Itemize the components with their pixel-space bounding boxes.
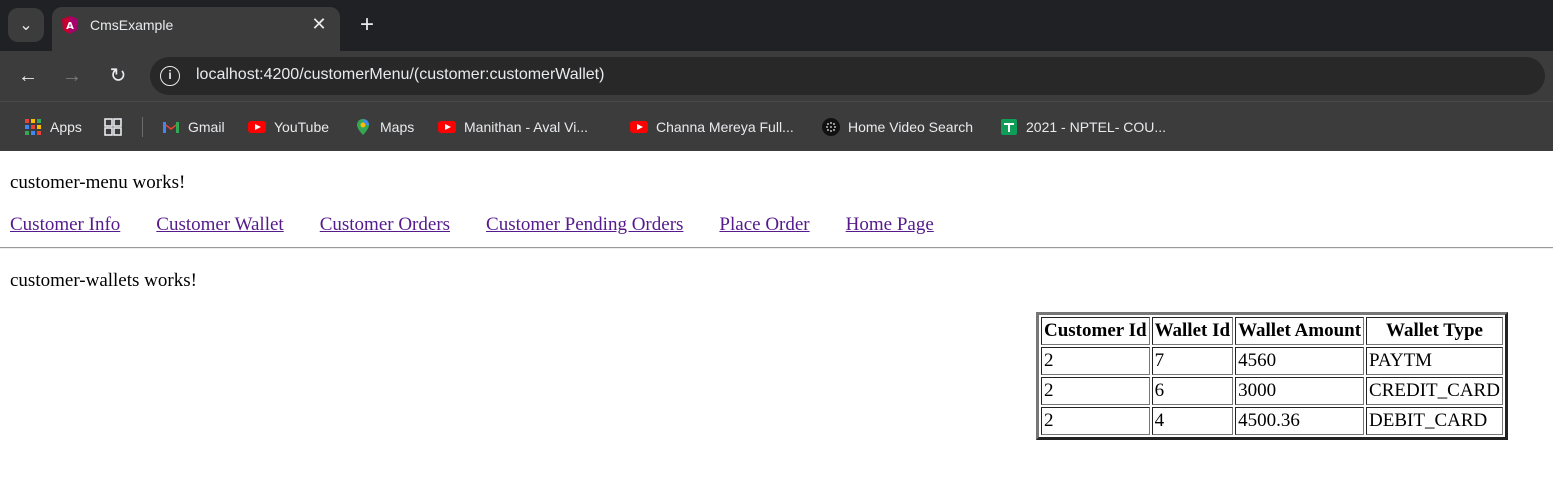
table-cell: 2 xyxy=(1041,377,1150,405)
bookmark-maps[interactable]: Maps xyxy=(354,116,414,138)
table-cell: 4560 xyxy=(1235,347,1365,375)
youtube-icon xyxy=(438,121,456,133)
page-content: customer-menu works! Customer Info Custom… xyxy=(0,151,1553,477)
angular-icon: A xyxy=(62,16,78,34)
tab-title: CmsExample xyxy=(90,17,174,33)
bookmark-label: Gmail xyxy=(188,119,225,135)
bookmark-nptel[interactable]: 2021 - NPTEL- COU... xyxy=(1000,116,1166,138)
customer-nav: Customer Info Customer Wallet Customer Ord… xyxy=(10,214,970,236)
bookmark-separator xyxy=(142,117,143,137)
customer-menu-heading: customer-menu works! xyxy=(10,172,186,193)
browser-tab[interactable]: A CmsExample ✕ xyxy=(52,7,340,51)
bookmarks-bar: Apps Gmail YouTube Maps Manithan - Aval … xyxy=(0,101,1553,151)
table-cell: 7 xyxy=(1151,347,1234,375)
nav-link-place-order[interactable]: Place Order xyxy=(719,214,809,235)
dots-icon xyxy=(822,118,840,136)
bookmark-label: Apps xyxy=(50,119,82,135)
tab-groups-icon xyxy=(104,118,122,136)
bookmark-label: 2021 - NPTEL- COU... xyxy=(1026,119,1167,135)
nav-link-customer-info[interactable]: Customer Info xyxy=(10,214,120,235)
nav-link-customer-orders[interactable]: Customer Orders xyxy=(320,214,450,235)
new-tab-button[interactable]: + xyxy=(354,12,380,38)
forward-arrow-icon[interactable]: → xyxy=(60,64,84,88)
bookmark-label: Home Video Search xyxy=(848,119,974,135)
table-cell: 2 xyxy=(1041,347,1150,375)
table-row: 2 4 4500.36 DEBIT_CARD xyxy=(1041,407,1503,435)
table-header-row: Customer Id Wallet Id Wallet Amount Wall… xyxy=(1041,317,1503,345)
bookmark-tab-groups[interactable] xyxy=(104,116,130,138)
table-row: 2 7 4560 PAYTM xyxy=(1041,347,1503,375)
svg-text:A: A xyxy=(66,21,74,32)
column-header: Wallet Amount xyxy=(1235,317,1365,345)
site-info-icon[interactable]: i xyxy=(160,66,180,86)
table-cell: 4500.36 xyxy=(1235,407,1365,435)
bookmark-label: YouTube xyxy=(274,119,330,135)
table-cell: 2 xyxy=(1041,407,1150,435)
bookmark-home-video-search[interactable]: Home Video Search xyxy=(822,116,973,138)
browser-toolbar: ← → ↻ i localhost:4200/customerMenu/(cus… xyxy=(0,51,1553,101)
tab-search-button[interactable]: ⌄ xyxy=(8,8,44,42)
chevron-down-icon: ⌄ xyxy=(19,17,33,34)
customer-wallets-heading: customer-wallets works! xyxy=(10,270,197,291)
nav-link-customer-wallet[interactable]: Customer Wallet xyxy=(156,214,283,235)
table-row: 2 6 3000 CREDIT_CARD xyxy=(1041,377,1503,405)
nav-link-customer-pending-orders[interactable]: Customer Pending Orders xyxy=(486,214,683,235)
column-header: Wallet Type xyxy=(1366,317,1503,345)
reload-icon[interactable]: ↻ xyxy=(106,64,130,88)
youtube-icon xyxy=(248,121,266,133)
address-bar[interactable]: i localhost:4200/customerMenu/(customer:… xyxy=(150,57,1545,95)
column-header: Wallet Id xyxy=(1151,317,1234,345)
table-cell: CREDIT_CARD xyxy=(1366,377,1503,405)
sheets-icon xyxy=(1001,119,1017,135)
browser-tab-bar: ⌄ A CmsExample ✕ + xyxy=(0,0,1553,51)
column-header: Customer Id xyxy=(1041,317,1150,345)
nav-link-home-page[interactable]: Home Page xyxy=(846,214,934,235)
bookmark-gmail[interactable]: Gmail xyxy=(162,116,225,138)
back-arrow-icon[interactable]: ← xyxy=(16,64,40,88)
wallet-table: Customer Id Wallet Id Wallet Amount Wall… xyxy=(1036,312,1508,440)
divider xyxy=(0,247,1553,249)
table-cell: DEBIT_CARD xyxy=(1366,407,1503,435)
bookmark-label: Channa Mereya Full... xyxy=(656,119,794,135)
maps-icon xyxy=(357,119,369,135)
table-cell: 3000 xyxy=(1235,377,1365,405)
gmail-icon xyxy=(163,122,179,133)
table-cell: 6 xyxy=(1151,377,1234,405)
table-cell: PAYTM xyxy=(1366,347,1503,375)
url-text[interactable]: localhost:4200/customerMenu/(customer:cu… xyxy=(196,66,604,84)
bookmark-label: Manithan - Aval Vi... xyxy=(464,119,588,135)
bookmark-apps[interactable]: Apps xyxy=(24,116,82,138)
table-cell: 4 xyxy=(1151,407,1234,435)
bookmark-channa-mereya[interactable]: Channa Mereya Full... xyxy=(630,116,794,138)
close-tab-icon[interactable]: ✕ xyxy=(308,13,330,35)
bookmark-manithan[interactable]: Manithan - Aval Vi... xyxy=(438,116,588,138)
bookmark-label: Maps xyxy=(380,119,415,135)
youtube-icon xyxy=(630,121,648,133)
apps-grid-icon xyxy=(25,119,41,135)
bookmark-youtube[interactable]: YouTube xyxy=(248,116,329,138)
